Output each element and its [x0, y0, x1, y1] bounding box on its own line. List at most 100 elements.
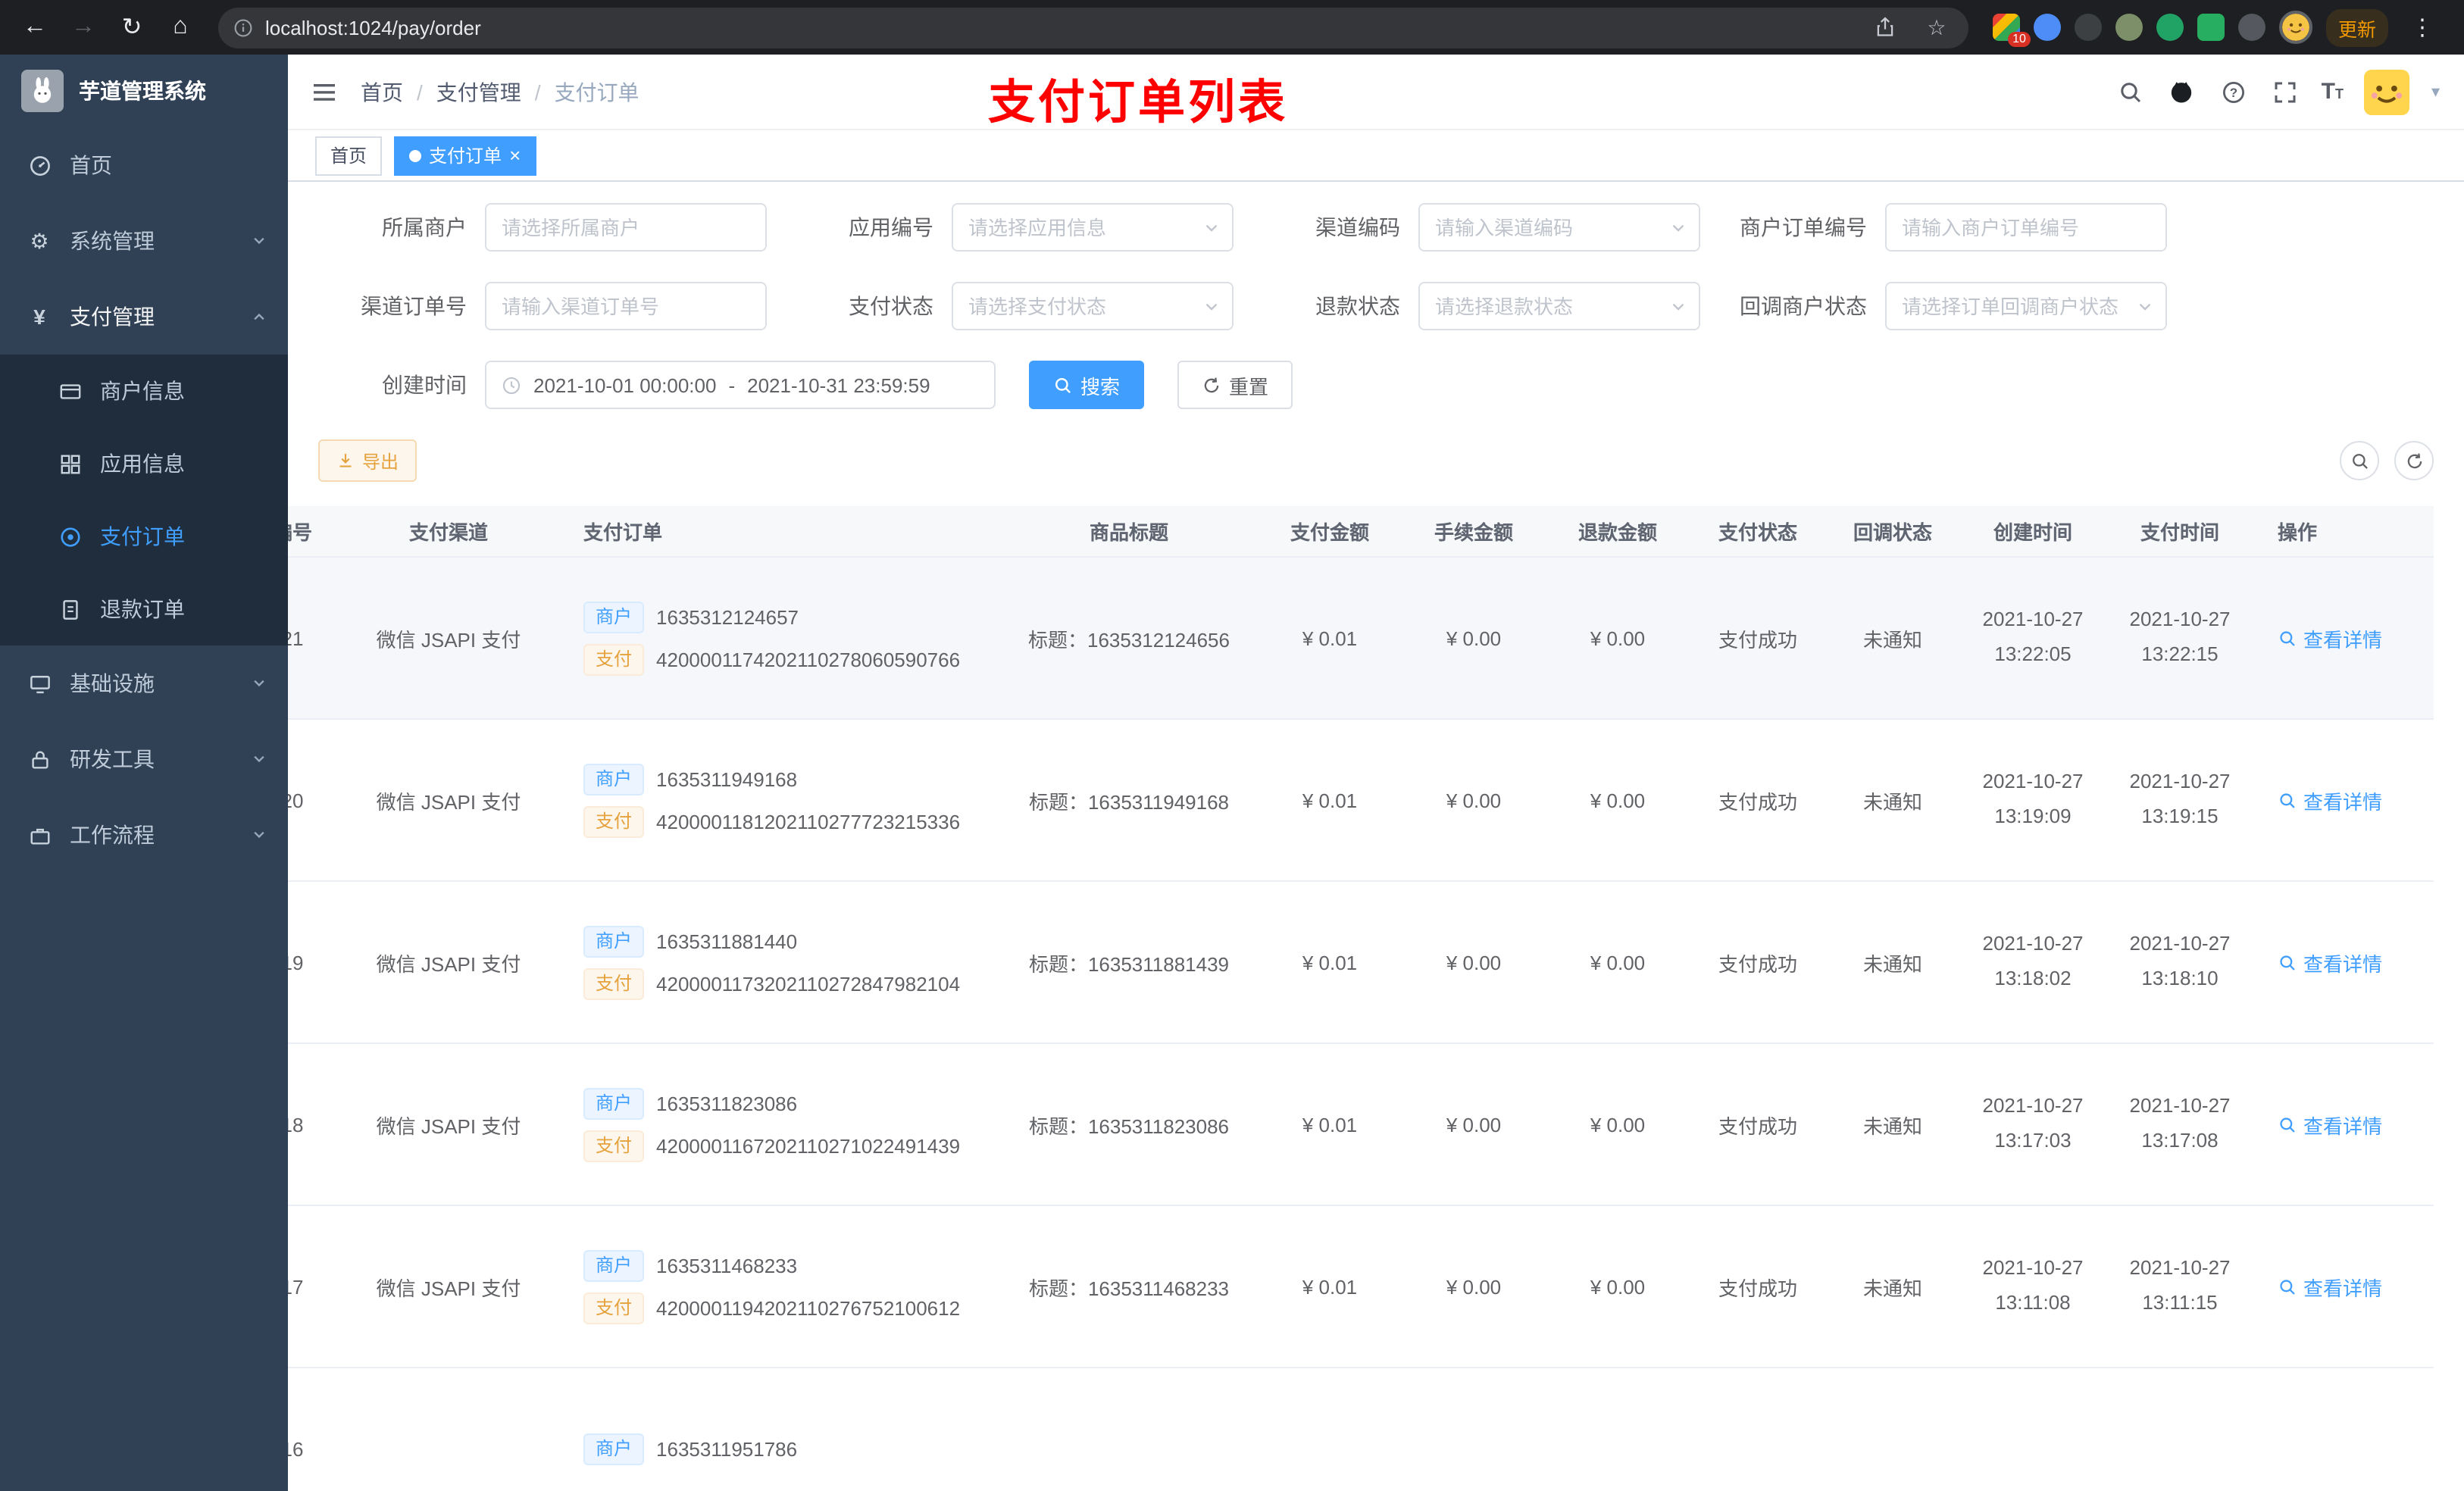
- merchant-order-no-field[interactable]: [1885, 203, 2167, 252]
- dashboard-icon: [27, 154, 52, 177]
- cell-action: 查看详情: [2253, 1110, 2434, 1139]
- url-text[interactable]: localhost:1024/pay/order: [265, 16, 1862, 39]
- channel-code-input[interactable]: [1435, 216, 1684, 239]
- channel-code-select[interactable]: [1418, 203, 1700, 252]
- col-fee-amount: 手续金额: [1434, 521, 1513, 544]
- sidebar-item-app-info[interactable]: 应用信息: [0, 427, 288, 500]
- breadcrumb-payment[interactable]: 支付管理: [436, 77, 521, 107]
- sidebar-item-workflow[interactable]: 工作流程: [0, 797, 288, 873]
- merchant-order-no-input[interactable]: [1902, 216, 2150, 239]
- create-clock: 13:22:05: [1994, 642, 2072, 665]
- refresh-button[interactable]: [2394, 441, 2434, 480]
- page-content: 所属商户 应用编号 渠道编码: [288, 182, 2464, 1491]
- view-detail-link[interactable]: 查看详情: [2278, 1110, 2382, 1139]
- filter-merchant-order-no: 商户订单编号: [1718, 203, 2167, 252]
- browser-back-button[interactable]: ←: [15, 8, 55, 47]
- user-avatar[interactable]: [2364, 69, 2410, 114]
- search-icon[interactable]: [2115, 77, 2146, 107]
- fullscreen-icon[interactable]: [2270, 77, 2300, 107]
- orders-table: 编号 支付渠道 支付订单 商品标题 支付金额 手续金额 退款金额 支付状态 回调…: [288, 506, 2434, 1491]
- browser-home-button[interactable]: ⌂: [161, 8, 200, 47]
- sidebar-item-label: 支付订单: [100, 524, 185, 549]
- cell-pay-order: 商户 1635311823086 支付 42000011672021102710224…: [568, 1077, 1000, 1172]
- sidebar-item-label: 系统管理: [70, 229, 155, 253]
- merchant-select[interactable]: [485, 203, 767, 252]
- date-range-picker[interactable]: 2021-10-01 00:00:00 - 2021-10-31 23:59:5…: [485, 361, 996, 409]
- app-logo-row[interactable]: 芋道管理系统: [0, 55, 288, 127]
- search-button-label: 搜索: [1080, 375, 1121, 398]
- merchant-order-line: 商户 1635312124657: [583, 601, 1000, 633]
- extension-icon-1[interactable]: 10: [1992, 14, 2031, 47]
- extension-icon-2[interactable]: [2033, 14, 2061, 41]
- site-info-icon[interactable]: [233, 17, 253, 37]
- tab-home[interactable]: 首页: [315, 136, 383, 175]
- sidebar-item-merchant-info[interactable]: 商户信息: [0, 355, 288, 427]
- channel-order-no-input[interactable]: [502, 295, 750, 317]
- hamburger-icon[interactable]: [312, 80, 336, 104]
- view-detail-link[interactable]: 查看详情: [2278, 786, 2382, 814]
- col-pay-channel: 支付渠道: [408, 521, 488, 544]
- tab-pay-order[interactable]: 支付订单 ×: [394, 136, 536, 175]
- search-button[interactable]: 搜索: [1029, 361, 1145, 409]
- sidebar-item-home[interactable]: 首页: [0, 127, 288, 203]
- extension-icon-4[interactable]: [2115, 14, 2143, 41]
- merchant-input[interactable]: [502, 216, 750, 239]
- extension-icon-3[interactable]: [2074, 14, 2102, 41]
- date-end-value[interactable]: 2021-10-31 23:59:59: [747, 374, 930, 396]
- toggle-search-button[interactable]: [2340, 441, 2379, 480]
- card-icon: [58, 380, 82, 402]
- sidebar-item-pay-order[interactable]: 支付订单: [0, 500, 288, 573]
- bookmark-star-icon[interactable]: ☆: [1920, 14, 1953, 40]
- sidebar-item-refund-order[interactable]: 退款订单: [0, 573, 288, 645]
- close-icon[interactable]: ×: [509, 145, 521, 165]
- breadcrumb-separator: /: [534, 80, 541, 104]
- notify-status-input[interactable]: [1902, 295, 2150, 317]
- app-input[interactable]: [968, 216, 1217, 239]
- address-bar[interactable]: localhost:1024/pay/order ☆: [218, 7, 1968, 48]
- view-detail-label: 查看详情: [2303, 1277, 2383, 1299]
- cell-action: 查看详情: [2253, 624, 2434, 652]
- browser-reload-button[interactable]: ↻: [112, 8, 152, 47]
- sidebar-item-infrastructure[interactable]: 基础设施: [0, 645, 288, 721]
- notify-status-select[interactable]: [1885, 282, 2167, 330]
- share-icon[interactable]: [1875, 17, 1908, 38]
- pay-status-input[interactable]: [968, 295, 1217, 317]
- pay-clock: 13:22:15: [2141, 642, 2219, 665]
- font-size-icon[interactable]: TT: [2322, 79, 2344, 105]
- sidebar-item-label: 退款订单: [100, 597, 185, 621]
- extension-icon-5[interactable]: [2156, 14, 2184, 41]
- create-date: 2021-10-27: [1982, 608, 2084, 631]
- channel-order-no-field[interactable]: [485, 282, 767, 330]
- extension-icon-6[interactable]: [2197, 14, 2225, 41]
- sidebar-item-system[interactable]: ⚙ 系统管理: [0, 203, 288, 279]
- user-menu-caret-icon[interactable]: ▾: [2431, 82, 2440, 102]
- reset-button[interactable]: 重置: [1177, 361, 1293, 409]
- sidebar-item-payment[interactable]: ¥ 支付管理: [0, 279, 288, 355]
- browser-menu-icon[interactable]: ⋮: [2402, 14, 2443, 41]
- breadcrumb-home[interactable]: 首页: [361, 77, 403, 107]
- app-select[interactable]: [952, 203, 1234, 252]
- date-start-value[interactable]: 2021-10-01 00:00:00: [533, 374, 716, 396]
- extensions-puzzle-icon[interactable]: [2237, 14, 2265, 41]
- cell-pay-amount: ¥ 0.01: [1302, 789, 1358, 811]
- sidebar-item-dev-tools[interactable]: 研发工具: [0, 721, 288, 797]
- filter-label: 所属商户: [382, 215, 467, 239]
- view-detail-link[interactable]: 查看详情: [2278, 624, 2382, 652]
- help-icon[interactable]: ?: [2219, 77, 2249, 107]
- col-create-time: 创建时间: [1993, 521, 2072, 544]
- browser-update-button[interactable]: 更新: [2325, 8, 2388, 46]
- cell-pay-order: 商户 1635311881440 支付 42000011732021102728479…: [568, 914, 1000, 1010]
- channel-order-no: 4200001173202110272847982104: [656, 972, 961, 995]
- view-detail-link[interactable]: 查看详情: [2278, 948, 2382, 977]
- refund-status-select[interactable]: [1418, 282, 1700, 330]
- briefcase-icon: [27, 824, 52, 846]
- browser-profile-avatar[interactable]: [2278, 11, 2312, 44]
- export-button[interactable]: 导出: [318, 439, 417, 482]
- pay-status-select[interactable]: [952, 282, 1234, 330]
- refund-status-input[interactable]: [1435, 295, 1684, 317]
- github-icon[interactable]: [2167, 77, 2197, 107]
- filter-channel-code: 渠道编码: [1252, 203, 1700, 252]
- browser-forward-button[interactable]: →: [64, 8, 103, 47]
- tab-label: 支付订单: [429, 145, 502, 167]
- view-detail-link[interactable]: 查看详情: [2278, 1272, 2382, 1301]
